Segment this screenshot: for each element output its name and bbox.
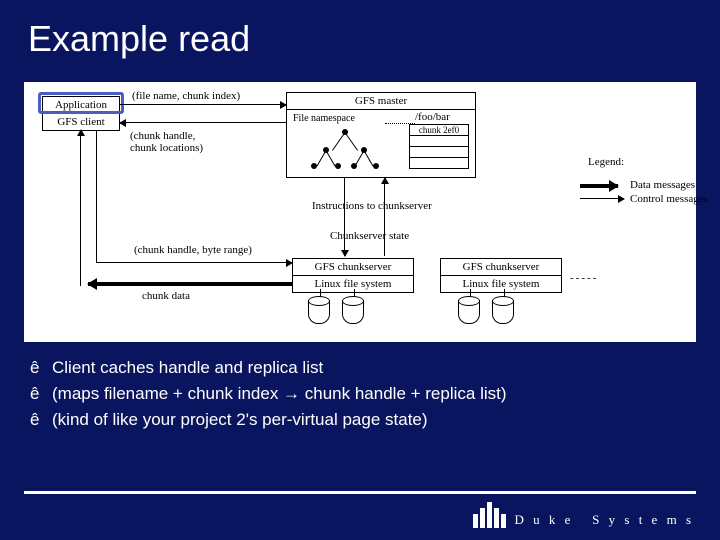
client-down-line xyxy=(96,130,97,262)
legend-ctrl-label: Control messages xyxy=(630,193,708,205)
bullet-item: ê Client caches handle and replica list xyxy=(30,358,690,378)
response-arrow xyxy=(120,122,286,123)
duke-systems-logo: D u k e S y s t e m s xyxy=(473,502,694,528)
instructions-label: Instructions to chunkserver xyxy=(312,200,432,212)
slide-title: Example read xyxy=(0,0,720,66)
disk-connector xyxy=(470,289,471,297)
response-label-1: (chunk handle, xyxy=(130,130,195,142)
state-arrow xyxy=(384,178,385,256)
chunkserver-box-1: GFS chunkserver Linux file system xyxy=(292,258,414,293)
bullet-text: (kind of like your project 2's per-virtu… xyxy=(52,410,428,430)
client-box: Application GFS client xyxy=(42,96,120,131)
bullet-item: ê (maps filename + chunk index → chunk h… xyxy=(30,384,690,404)
disk-connector xyxy=(354,289,355,297)
linux-fs-label-1: Linux file system xyxy=(293,275,413,292)
gfs-architecture-diagram: Application GFS client GFS master File n… xyxy=(24,82,696,342)
disk-icon xyxy=(492,296,514,324)
client-up-line xyxy=(80,130,81,286)
brand-text-duke: D u k e xyxy=(514,512,573,527)
read-request-arrow xyxy=(96,262,292,263)
brand-text-systems: S y s t e m s xyxy=(592,512,694,527)
path-label: /foo/bar xyxy=(415,111,450,123)
bullet-text: Client caches handle and replica list xyxy=(52,358,323,378)
bullet-char: ê xyxy=(30,358,52,378)
chunk-map: chunk 2ef0 xyxy=(409,125,469,169)
chunkserver-title-1: GFS chunkserver xyxy=(293,259,413,275)
legend-data-arrow-icon xyxy=(580,184,618,188)
chunk-data-label: chunk data xyxy=(142,290,190,302)
byte-range-label: (chunk handle, byte range) xyxy=(134,244,252,256)
legend-title: Legend: xyxy=(588,156,624,168)
namespace-tree-icon xyxy=(305,129,385,175)
bullet-char: ê xyxy=(30,410,52,430)
bullet-list: ê Client caches handle and replica list … xyxy=(30,358,690,430)
bullet-char: ê xyxy=(30,384,52,404)
gfs-master-title: GFS master xyxy=(287,93,475,110)
footer-divider xyxy=(24,491,696,494)
request-arrow xyxy=(120,104,286,105)
response-label-2: chunk locations) xyxy=(130,142,203,154)
state-label: Chunkserver state xyxy=(330,230,409,242)
chapel-icon xyxy=(473,502,506,528)
legend-data-label: Data messages xyxy=(630,179,695,191)
application-label: Application xyxy=(43,97,119,113)
chunk-data-arrow xyxy=(88,282,292,286)
bullet-text: (maps filename + chunk index → chunk han… xyxy=(52,384,507,404)
ellipsis-icon: ----- xyxy=(570,272,598,284)
bullet-item: ê (kind of like your project 2's per-vir… xyxy=(30,410,690,430)
gfs-master-box: GFS master File namespace /foo/bar chunk… xyxy=(286,92,476,178)
legend-ctrl-arrow-icon xyxy=(580,198,624,199)
disk-icon xyxy=(342,296,364,324)
instructions-arrow xyxy=(344,178,345,256)
disk-icon xyxy=(308,296,330,324)
chunkserver-title-2: GFS chunkserver xyxy=(441,259,561,275)
linux-fs-label-2: Linux file system xyxy=(441,275,561,292)
disk-connector xyxy=(504,289,505,297)
chunkserver-box-2: GFS chunkserver Linux file system xyxy=(440,258,562,293)
disk-icon xyxy=(458,296,480,324)
gfs-client-label: GFS client xyxy=(43,113,119,130)
disk-connector xyxy=(320,289,321,297)
request-label: (file name, chunk index) xyxy=(132,90,240,102)
